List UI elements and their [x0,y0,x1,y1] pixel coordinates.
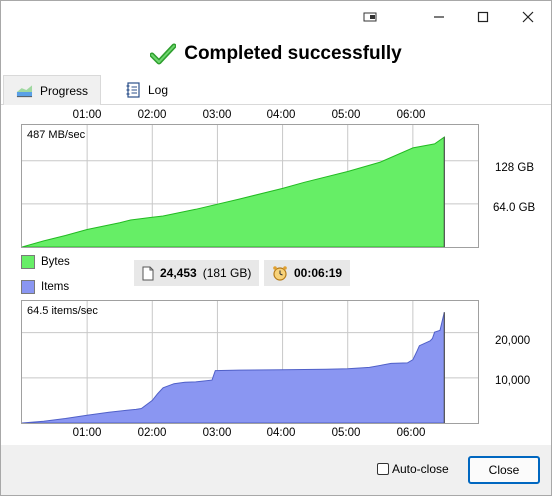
minimize-button[interactable] [416,1,462,33]
bytes-x-tick: 02:00 [137,109,167,121]
status-title: Completed successfully [184,43,402,64]
autoclose-checkbox[interactable]: Auto-close [377,462,449,476]
items-x-tick: 06:00 [396,427,426,439]
progress-panel: 01:00 02:00 03:00 04:00 05:00 06:00 487 … [1,105,551,445]
legend-bytes: Bytes [21,255,70,269]
compact-view-button[interactable] [347,1,393,33]
items-x-tick: 04:00 [266,427,296,439]
items-swatch [21,280,35,294]
items-rate-label: 64.5 items/sec [27,305,98,317]
maximize-button[interactable] [460,1,506,33]
items-count-box: 24,453 (181 GB) [134,260,260,286]
bytes-x-tick: 01:00 [72,109,102,121]
close-button-label: Close [488,463,520,477]
log-notebook-icon [126,82,140,98]
series-area-items [22,312,445,423]
bytes-x-tick: 06:00 [396,109,426,121]
bytes-x-tick: 03:00 [202,109,232,121]
items-chart-plot [22,301,478,423]
autoclose-label: Auto-close [392,462,449,476]
tab-log[interactable]: Log [113,75,193,105]
close-icon [522,11,534,23]
autoclose-box[interactable] [377,463,389,475]
title-bar [1,1,551,33]
items-count: 24,453 [160,266,197,280]
progress-chart-icon [16,85,33,98]
minimize-icon [434,16,444,18]
series-area-bytes [22,136,445,247]
items-y-tick: 20,000 [495,335,531,347]
items-x-tick: 03:00 [202,427,232,439]
legend-items-label: Items [41,281,70,293]
alarm-clock-icon [273,266,287,281]
bytes-rate-label: 487 MB/sec [27,129,86,141]
bytes-y-tick: 64.0 GB [493,202,536,214]
elapsed-time-box: 00:06:19 [264,260,351,286]
bytes-swatch [21,255,35,269]
items-y-tick: 10,000 [495,375,531,387]
checkmark-icon [150,43,177,65]
file-icon [142,266,154,280]
total-size: (181 GB) [202,266,252,280]
tab-log-label: Log [148,83,169,97]
close-button[interactable]: Close [468,456,540,484]
bytes-chart: 487 MB/sec [21,124,479,248]
bytes-x-tick: 05:00 [331,109,361,121]
legend-bytes-label: Bytes [41,256,70,268]
bytes-y-tick: 128 GB [495,162,534,174]
bytes-chart-plot [22,125,478,247]
tab-progress[interactable]: Progress [3,75,101,106]
elapsed-time: 00:06:19 [294,266,343,280]
tab-progress-label: Progress [39,84,88,98]
compact-view-icon [363,12,377,22]
status-heading: Completed successfully [1,33,551,75]
dialog-footer: Auto-close Close [1,445,551,495]
tab-strip: Progress Log [1,75,551,106]
legend-items: Items [21,280,69,294]
items-x-tick: 02:00 [137,427,167,439]
copy-progress-window: Completed successfully Progress Log 01:0… [0,0,552,496]
bytes-x-tick: 04:00 [266,109,296,121]
items-chart: 64.5 items/sec [21,300,479,424]
items-x-tick: 05:00 [331,427,361,439]
close-window-button[interactable] [505,1,551,33]
items-x-tick: 01:00 [72,427,102,439]
maximize-icon [477,11,489,23]
